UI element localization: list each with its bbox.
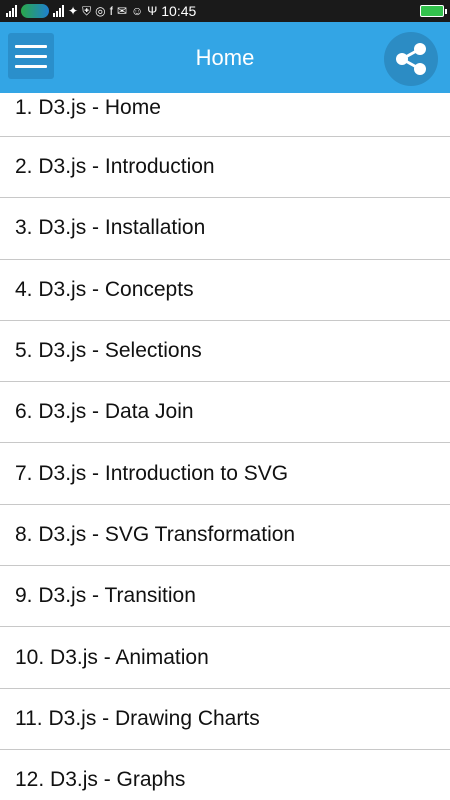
app-bar: Home bbox=[0, 22, 450, 93]
status-icons-left: ✦ ⛨ ◎ f ✉ ☺ Ψ 10:45 bbox=[6, 3, 196, 19]
list-item[interactable]: 7. D3.js - Introduction to SVG bbox=[0, 443, 450, 505]
signal-icon bbox=[6, 5, 17, 17]
list-item[interactable]: 3. D3.js - Installation bbox=[0, 198, 450, 260]
signal-icon-2 bbox=[53, 5, 64, 17]
status-time: 10:45 bbox=[161, 3, 197, 19]
usb-icon: Ψ bbox=[147, 4, 158, 18]
mail-icon: ✉ bbox=[116, 4, 127, 18]
carrier-logo-icon bbox=[21, 4, 49, 18]
list-item[interactable]: 12. D3.js - Graphs bbox=[0, 750, 450, 800]
share-button[interactable] bbox=[384, 32, 438, 86]
list-item[interactable]: 5. D3.js - Selections bbox=[0, 321, 450, 383]
network-icon: ✦ bbox=[68, 4, 79, 18]
share-icon bbox=[396, 43, 426, 75]
list-item[interactable]: 11. D3.js - Drawing Charts bbox=[0, 689, 450, 750]
list-item[interactable]: 8. D3.js - SVG Transformation bbox=[0, 505, 450, 567]
shield-icon: ⛨ bbox=[82, 4, 92, 18]
page-title: Home bbox=[195, 44, 255, 70]
list-item[interactable]: 9. D3.js - Transition bbox=[0, 566, 450, 628]
list-item[interactable]: 4. D3.js - Concepts bbox=[0, 260, 450, 321]
list-item[interactable]: 6. D3.js - Data Join bbox=[0, 382, 450, 444]
hamburger-menu-icon bbox=[15, 44, 47, 48]
list-item[interactable]: 1. D3.js - Home bbox=[0, 93, 450, 137]
list-item[interactable]: 10. D3.js - Animation bbox=[0, 627, 450, 689]
facebook-icon: f bbox=[109, 4, 113, 18]
status-bar: ✦ ⛨ ◎ f ✉ ☺ Ψ 10:45 bbox=[0, 0, 450, 22]
cat-icon: ☺ bbox=[130, 4, 144, 18]
status-icons-right bbox=[420, 5, 447, 17]
instagram-icon: ◎ bbox=[95, 4, 106, 18]
battery-icon bbox=[420, 5, 447, 17]
menu-button[interactable] bbox=[8, 33, 54, 79]
topic-list: 1. D3.js - Home 2. D3.js - Introduction … bbox=[0, 93, 450, 800]
list-item[interactable]: 2. D3.js - Introduction bbox=[0, 137, 450, 199]
